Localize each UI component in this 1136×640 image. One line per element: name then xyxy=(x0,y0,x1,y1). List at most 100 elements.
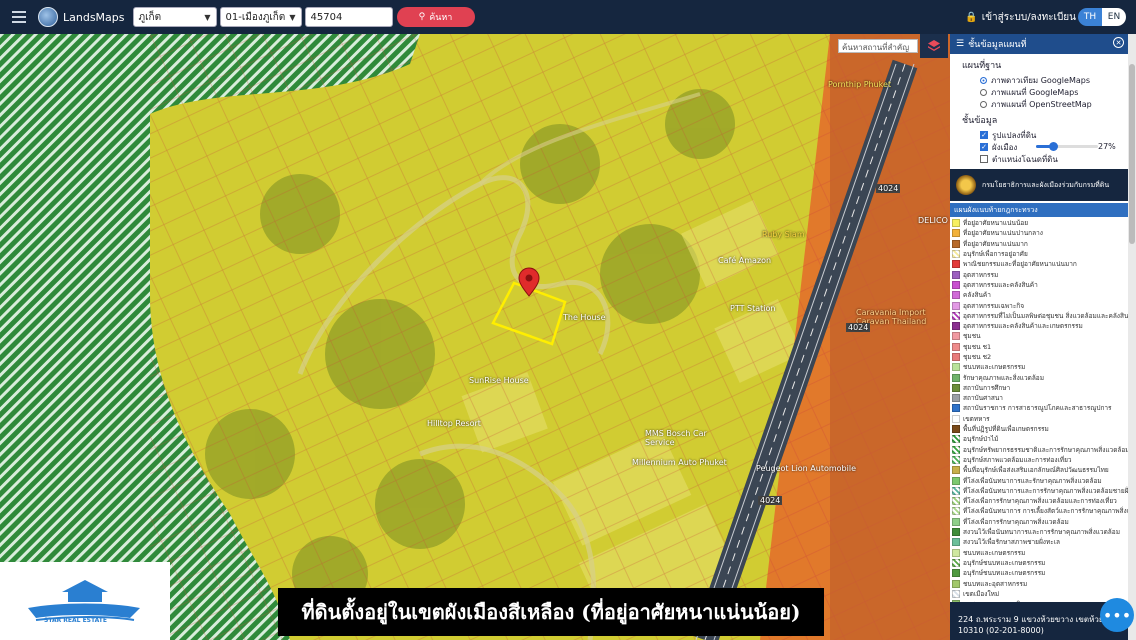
legend-item: อุตสาหกรรมเฉพาะกิจ xyxy=(952,300,1128,310)
basemap-option[interactable]: ภาพแผนที่ OpenStreetMap xyxy=(980,98,1128,110)
legend-swatch xyxy=(952,363,960,372)
slider-knob[interactable] xyxy=(1048,142,1058,151)
poi-sunrise-house[interactable]: SunRise House xyxy=(469,376,529,385)
legend-item: อนุรักษ์ทรัพยากรธรรมชาติและการรักษาคุณภา… xyxy=(952,445,1128,455)
house-logo-icon xyxy=(28,580,140,621)
zoning-legend: ที่อยู่อาศัยหนาแน่นน้อย ที่อยู่อาศัยหนาแน… xyxy=(950,217,1128,602)
search-button[interactable]: ⚲ ค้นหา xyxy=(396,7,475,27)
legend-label: พื้นที่อนุรักษ์เพื่อส่งเสริมเอกลักษณ์ศิล… xyxy=(963,466,1109,475)
poi-ruby-siam[interactable]: Ruby Siam xyxy=(762,230,805,239)
radio-button[interactable] xyxy=(980,88,987,96)
legend-swatch xyxy=(952,558,960,567)
radio-button[interactable] xyxy=(980,76,987,84)
legend-swatch xyxy=(952,373,960,382)
lang-th-button[interactable]: TH xyxy=(1078,8,1102,26)
menu-icon[interactable] xyxy=(0,0,38,34)
opacity-slider[interactable] xyxy=(1036,142,1098,151)
layer-option[interactable]: ✓ ผังเมือง 27% xyxy=(980,141,1128,153)
legend-label: ที่โล่งเพื่อนันทนาการ การเลี้ยงสัตว์และก… xyxy=(963,507,1128,516)
legend-swatch xyxy=(952,239,960,248)
legend-swatch xyxy=(952,219,960,228)
road-shield-4024: 4024 xyxy=(876,184,901,193)
radio-button[interactable] xyxy=(980,100,987,108)
legend-label: อุตสาหกรรมและคลังสินค้า xyxy=(963,280,1038,289)
legend-label: สงวนไว้เพื่อรักษาสภาพชายฝั่งทะเล xyxy=(963,538,1060,547)
poi-cafe-amazon[interactable]: Café Amazon xyxy=(718,256,771,265)
poi-mms-bosch[interactable]: MMS Bosch Car Service xyxy=(645,429,715,447)
checkbox[interactable]: ✓ xyxy=(980,143,988,151)
legend-swatch xyxy=(952,497,960,506)
layer-option[interactable]: ✓ รูปแปลงที่ดิน xyxy=(980,129,1128,141)
login-link[interactable]: 🔒 เข้าสู่ระบบ/ลงทะเบียน xyxy=(965,0,1076,34)
poi-peugeot[interactable]: Peugeot Lion Automobile xyxy=(756,464,856,473)
legend-item: สถาบันราชการ การสาธารณูปโภคและสาธารณูปกา… xyxy=(952,403,1128,413)
legend-item: ที่โล่งเพื่อการรักษาคุณภาพสิ่งแวดล้อม xyxy=(952,517,1128,527)
video-caption: ที่ดินตั้งอยู่ในเขตผังเมืองสีเหลือง (ที่… xyxy=(278,588,824,636)
province-select[interactable]: ภูเก็ต ▼ xyxy=(132,7,217,27)
legend-label: ชนบทและเกษตรกรรม xyxy=(963,548,1026,557)
road-shield-4024: 4024 xyxy=(758,496,783,505)
top-bar: LandsMaps ภูเก็ต ▼ 01-เมืองภูเก็ต ▼ 45704 … xyxy=(0,0,1136,34)
basemap-option[interactable]: ภาพแผนที่ GoogleMaps xyxy=(980,86,1128,98)
legend-label: คลังสินค้า xyxy=(963,291,991,300)
layers-title: ชั้นข้อมูล xyxy=(962,116,998,126)
layer-option[interactable]: ตำแหน่งโฉนดที่ดิน xyxy=(980,153,1128,165)
chat-bubble-icon[interactable]: ••• xyxy=(1100,598,1134,632)
landmark-search-input[interactable]: ค้นหาสถานที่สำคัญ xyxy=(838,39,918,53)
poi-ptt-station[interactable]: PTT Station xyxy=(730,304,775,313)
poi-hilltop-resort[interactable]: Hilltop Resort xyxy=(427,419,481,428)
lang-en-button[interactable]: EN xyxy=(1102,8,1126,26)
legend-item: คลังสินค้า xyxy=(952,290,1128,300)
department-name: กรมโยธาธิการและผังเมืองร่วมกับกรมที่ดิน xyxy=(982,180,1110,189)
legend-item: อนุรักษ์สภาพแวดล้อมและการท่องเที่ยว xyxy=(952,455,1128,465)
legend-item: ชุมชน ช2 xyxy=(952,352,1128,362)
legend-label: พื้นที่ปฏิรูปที่ดินเพื่อเกษตรกรรม xyxy=(963,425,1049,434)
legend-label: เขตทหาร xyxy=(963,414,990,423)
legend-item: ชนบทและเกษตรกรรม xyxy=(952,362,1128,372)
panel-title: ชั้นข้อมูลแผนที่ xyxy=(968,40,1027,50)
legend-label: อุตสาหกรรมเฉพาะกิจ xyxy=(963,301,1025,310)
checkbox[interactable]: ✓ xyxy=(980,131,988,139)
poi-millennium-auto[interactable]: Millennium Auto Phuket xyxy=(632,458,727,467)
legend-label: อุตสาหกรรม xyxy=(963,270,999,279)
legend-swatch xyxy=(952,445,960,454)
legend-item: สถาบันศาสนา xyxy=(952,393,1128,403)
legend-label: ชุมชน xyxy=(963,332,981,341)
legend-label: ที่โล่งเพื่อการรักษาคุณภาพสิ่งแวดล้อม xyxy=(963,517,1069,526)
legend-item: พาณิชยกรรมและที่อยู่อาศัยหนาแน่นมาก xyxy=(952,259,1128,269)
close-icon[interactable]: ✕ xyxy=(1113,37,1124,48)
legend-label: เขตเมืองใหม่ xyxy=(963,589,1000,598)
landsmaps-app: LandsMaps ภูเก็ต ▼ 01-เมืองภูเก็ต ▼ 45704 … xyxy=(0,0,1136,640)
district-value: 01-เมืองภูเก็ต xyxy=(225,11,286,23)
checkbox[interactable] xyxy=(980,155,988,163)
province-value: ภูเก็ต xyxy=(138,11,162,23)
legend-label: ชนบทและเกษตรกรรม xyxy=(963,363,1026,372)
layer-label: ตำแหน่งโฉนดที่ดิน xyxy=(992,154,1058,164)
layers-toggle-button[interactable] xyxy=(920,34,948,58)
basemap-section: แผนที่ฐาน ภาพดาวเทียม GoogleMaps ภาพแผนท… xyxy=(950,54,1128,165)
map-canvas[interactable]: SunRise House The House Hilltop Resort P… xyxy=(0,34,984,640)
basemap-option[interactable]: ภาพดาวเทียม GoogleMaps xyxy=(980,74,1128,86)
deed-number-input[interactable]: 45704 xyxy=(304,7,393,27)
legend-label: ที่โล่งเพื่อนันทนาการและรักษาคุณภาพสิ่งแ… xyxy=(963,476,1102,485)
poi-the-house[interactable]: The House xyxy=(563,313,606,322)
scrollbar-thumb[interactable] xyxy=(1129,64,1135,244)
legend-label: สงวนไว้เพื่อนันทนาการและการรักษาคุณภาพสิ… xyxy=(963,528,1120,537)
poi-pornthip-phuket[interactable]: Pornthip Phuket xyxy=(828,80,891,89)
legend-swatch xyxy=(952,435,960,444)
legend-label: อนุรักษ์ป่าไม้ xyxy=(963,435,999,444)
legend-swatch xyxy=(952,332,960,341)
department-seal-icon xyxy=(956,175,976,195)
legend-item: ที่โล่งเพื่อนันทนาการและการรักษาคุณภาพสิ… xyxy=(952,486,1128,496)
legend-swatch xyxy=(952,270,960,279)
search-icon: ⚲ xyxy=(418,12,426,22)
panel-scrollbar[interactable] xyxy=(1128,34,1136,640)
legend-item: พื้นที่อนุรักษ์เพื่อส่งเสริมเอกลักษณ์ศิล… xyxy=(952,465,1128,475)
legend-item: ที่อยู่อาศัยหนาแน่นมาก xyxy=(952,239,1128,249)
legend-swatch xyxy=(952,280,960,289)
district-select[interactable]: 01-เมืองภูเก็ต ▼ xyxy=(219,7,302,27)
legend-label: อนุรักษ์ชนบทและเกษตรกรรม xyxy=(963,569,1046,578)
legend-item: อุตสาหกรรมและคลังสินค้า xyxy=(952,280,1128,290)
landsmaps-logo-icon xyxy=(38,7,58,27)
legend-item: พื้นที่ปฏิรูปที่ดินเพื่อเกษตรกรรม xyxy=(952,424,1128,434)
